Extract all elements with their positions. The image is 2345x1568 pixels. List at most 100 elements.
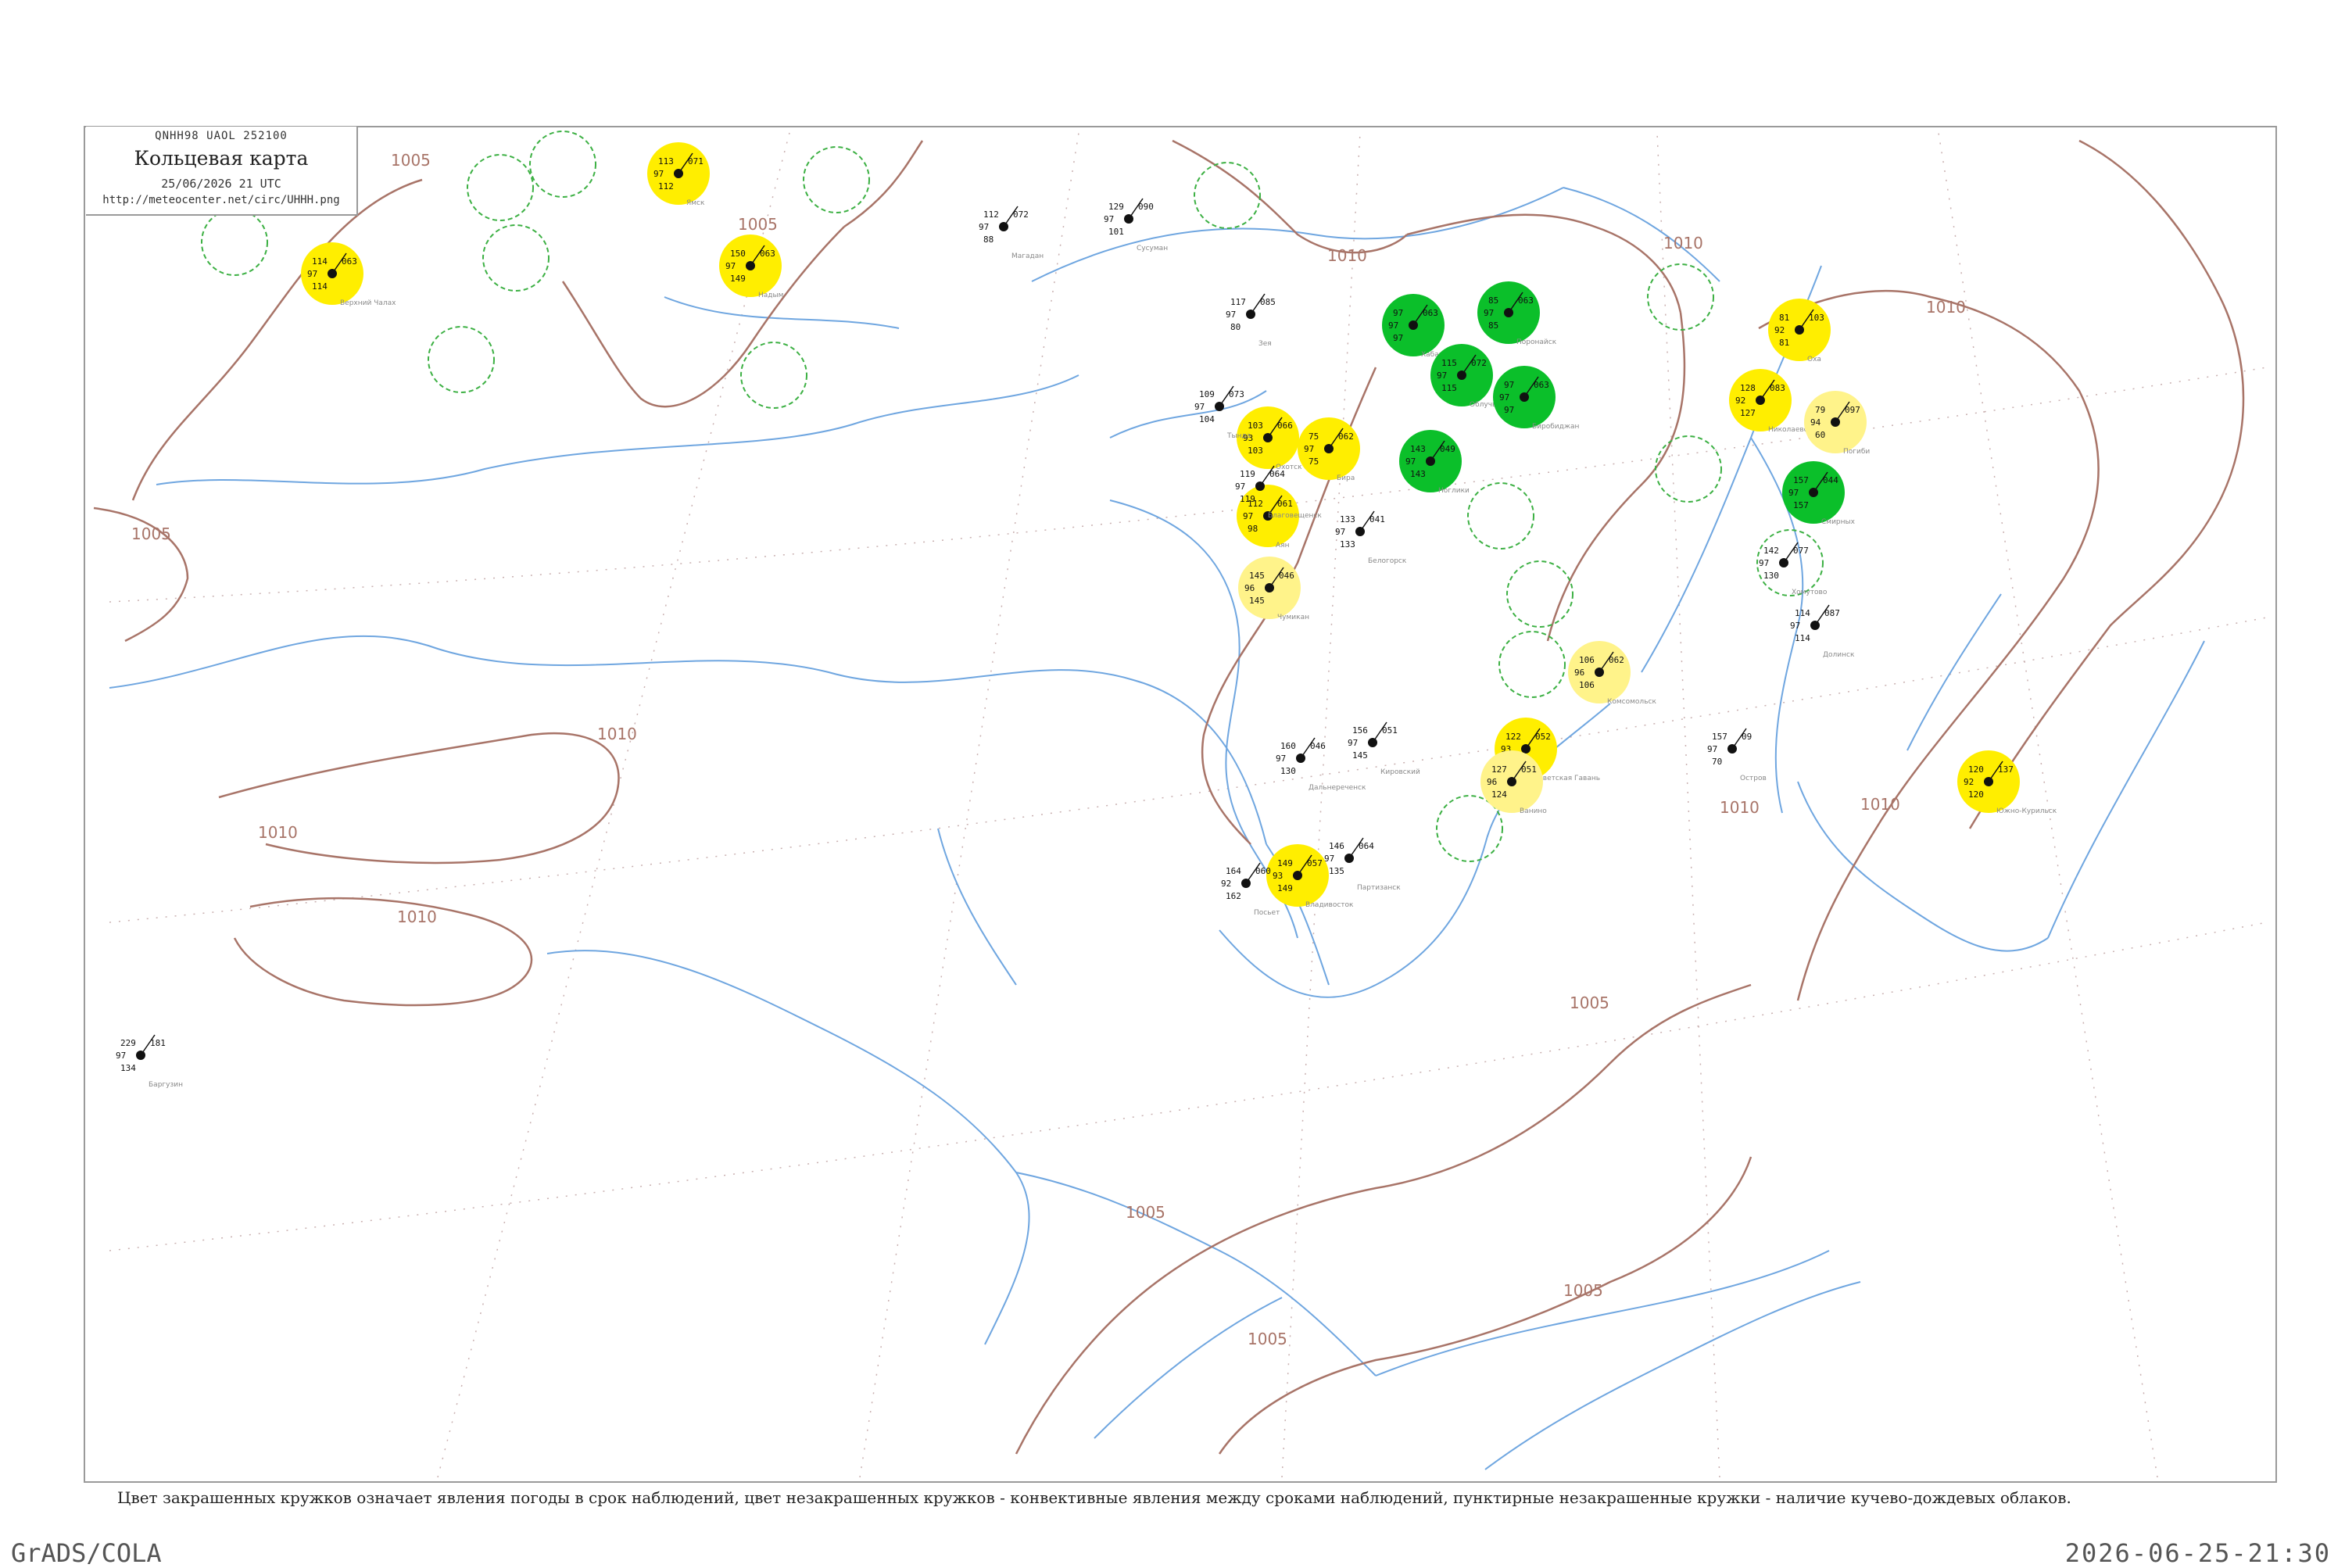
bulletin-code: QNHH98 UAOL 252100 — [155, 130, 288, 142]
station-right-value: 041 — [1369, 514, 1385, 524]
station-left-value: 93 — [1273, 871, 1283, 881]
station-left-value: 92 — [1221, 879, 1231, 889]
station-name: Хомутово — [1792, 589, 1828, 596]
station-bottom-value: 75 — [1309, 456, 1319, 467]
cb-ring — [740, 342, 807, 409]
station-right-value: 097 — [1845, 405, 1860, 415]
station-bottom-value: 119 — [1240, 494, 1255, 504]
station-bottom-value: 120 — [1968, 789, 1984, 800]
station-bottom-value: 124 — [1491, 789, 1507, 800]
station-top-value: 149 — [1277, 858, 1293, 868]
station-top-value: 150 — [730, 249, 746, 259]
station-top-value: 164 — [1226, 866, 1241, 876]
station-right-value: 060 — [1255, 866, 1271, 876]
station-name: Дальнереченск — [1309, 784, 1366, 792]
station-right-value: 051 — [1521, 764, 1537, 775]
isobar-label: 1005 — [1563, 1281, 1603, 1300]
station-left-value: 97 — [1405, 456, 1416, 467]
station-bottom-value: 133 — [1340, 539, 1355, 550]
station-name: Надым — [758, 292, 783, 299]
station-left-value: 94 — [1810, 417, 1821, 428]
station-name: Оха — [1807, 356, 1821, 363]
isobar-label: 1010 — [397, 908, 437, 926]
station-bottom-value: 85 — [1488, 320, 1498, 331]
station-left-value: 97 — [1484, 308, 1494, 318]
station-filled-0: 114 97 114 063 Верхний Чалах — [301, 242, 396, 307]
cb-ring — [201, 209, 268, 276]
station-right-value: 062 — [1609, 655, 1624, 665]
station-left-value: 97 — [1104, 214, 1114, 224]
station-bottom-value: 145 — [1249, 596, 1265, 606]
station-name: Ноглики — [1438, 487, 1470, 495]
station-top-value: 112 — [983, 209, 999, 220]
isobar-label: 1005 — [1570, 993, 1609, 1012]
station-left-value: 92 — [1964, 777, 1974, 787]
station-filled-5: 145 96 145 046 Чумикан — [1238, 557, 1309, 621]
isobar-label: 1010 — [258, 823, 298, 842]
station-top-value: 122 — [1505, 732, 1521, 742]
station-name: Ямск — [686, 199, 705, 207]
station-right-value: 062 — [1338, 431, 1354, 442]
station-filled-8: 79 94 60 097 Погиби — [1804, 391, 1870, 456]
station-plain-1: 129 97 101 090 Сусуман — [1104, 198, 1168, 252]
station-right-value: 181 — [150, 1038, 166, 1048]
station-left-value: 97 — [1335, 527, 1345, 537]
source-url[interactable]: http://meteocenter.net/circ/UHHH.png — [86, 194, 356, 206]
station-top-value: 119 — [1240, 469, 1255, 479]
map-frame — [84, 126, 2277, 1483]
station-right-value: 064 — [1269, 469, 1285, 479]
station-right-value: 063 — [1423, 308, 1438, 318]
station-right-value: 046 — [1279, 571, 1294, 581]
isobar-labels: 1005 1010 1005 1010 1010 1010 1010 1005 … — [131, 151, 1966, 1348]
station-top-value: 128 — [1740, 383, 1756, 393]
station-left-value: 97 — [725, 261, 736, 271]
station-name: Биробиджан — [1532, 423, 1579, 431]
station-top-value: 115 — [1441, 358, 1457, 368]
station-left-value: 97 — [1790, 621, 1800, 631]
station-right-value: 087 — [1824, 608, 1840, 618]
map-title: Кольцевая карта — [134, 147, 309, 170]
station-filled-20: 157 97 157 044 Смирных — [1782, 461, 1856, 526]
isobars — [93, 139, 2245, 1455]
isobar-label: 1010 — [1926, 298, 1966, 317]
station-filled-16: 11597115072Облучье — [1430, 344, 1501, 409]
station-name: Кировский — [1380, 768, 1420, 776]
station-top-value: 97 — [1393, 308, 1403, 318]
station-right-value: 103 — [1809, 313, 1824, 323]
station-left-value: 97 — [1243, 511, 1253, 521]
station-filled-9: 106 96 106 062 Комсомольск — [1568, 641, 1656, 706]
station-top-value: 79 — [1815, 405, 1825, 415]
station-bottom-value: 115 — [1441, 383, 1457, 393]
isobar-label: 1010 — [1327, 246, 1367, 265]
station-name: Советская Гавань — [1534, 775, 1600, 782]
station-bottom-value: 106 — [1579, 680, 1595, 690]
station-right-value: 066 — [1277, 421, 1293, 431]
station-name: Посьет — [1254, 909, 1280, 917]
station-filled-6: 12892127083Николаевск — [1729, 369, 1813, 434]
station-name: Тында — [1226, 432, 1251, 440]
station-top-value: 103 — [1248, 421, 1263, 431]
station-bottom-value: 145 — [1352, 750, 1368, 761]
isobar-label: 1010 — [597, 725, 637, 743]
station-plain-11: 114 97 114 087 Долинск — [1790, 604, 1855, 659]
station-filled-18: 85 97 85 063 Поронайск — [1477, 281, 1557, 346]
station-right-value: 064 — [1359, 841, 1374, 851]
station-name: Владивосток — [1305, 901, 1354, 909]
station-top-value: 81 — [1779, 313, 1789, 323]
station-left-value: 97 — [307, 269, 317, 279]
station-top-value: 106 — [1579, 655, 1595, 665]
station-left-value: 97 — [1194, 402, 1205, 412]
station-name: Чумикан — [1277, 614, 1309, 621]
station-right-value: 061 — [1277, 499, 1293, 509]
station-filled-7: 81 92 81 103 Оха — [1768, 299, 1831, 363]
render-timestamp: 2026-06-25-21:30 — [2064, 1538, 2331, 1568]
station-right-value: 044 — [1823, 475, 1838, 485]
station-right-value: 071 — [688, 156, 704, 166]
station-bottom-value: 157 — [1793, 500, 1809, 510]
station-top-value: 120 — [1968, 764, 1984, 775]
station-name: Смирных — [1821, 518, 1856, 526]
coastlines — [109, 187, 2205, 1470]
legend-caption: Цвет закрашенных кружков означает явлени… — [117, 1488, 2071, 1507]
station-left-value: 97 — [1759, 558, 1769, 568]
station-top-value: 146 — [1329, 841, 1344, 851]
